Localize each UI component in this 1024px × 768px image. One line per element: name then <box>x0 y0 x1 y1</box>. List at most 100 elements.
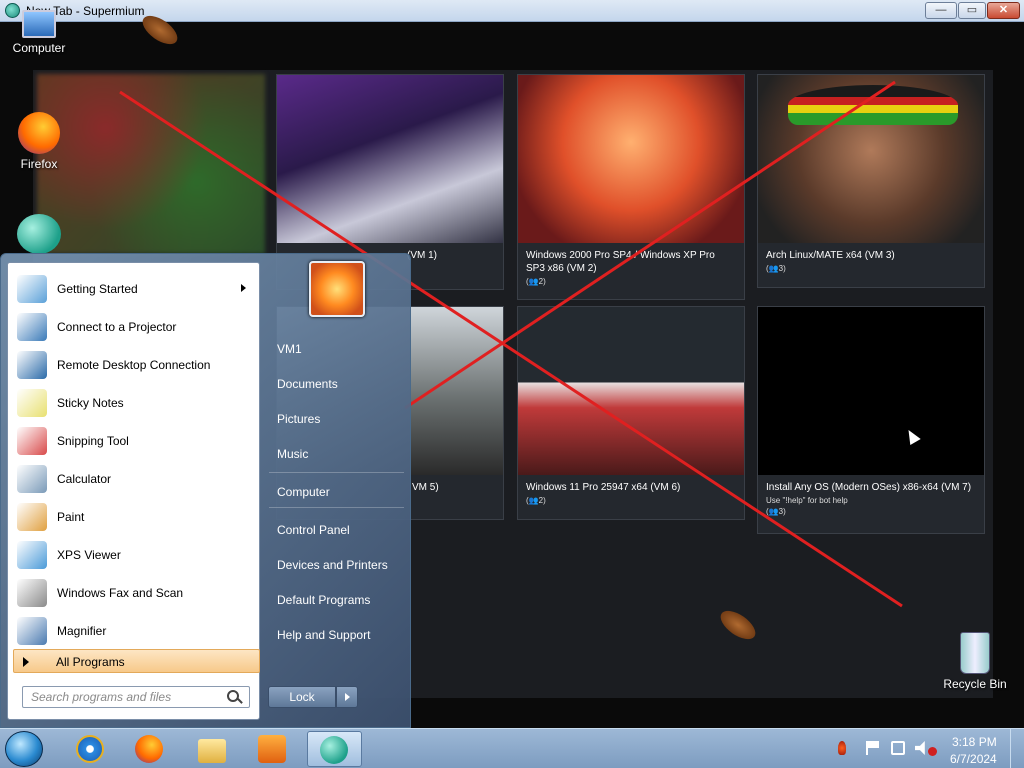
start-menu-item[interactable]: Windows Fax and Scan <box>12 575 256 611</box>
start-menu-item[interactable]: Snipping Tool <box>12 423 256 459</box>
magnifier-icon <box>17 617 47 645</box>
sticky-notes-icon <box>17 389 47 417</box>
paint-icon <box>17 503 47 531</box>
vm-card-6[interactable]: Windows 11 Pro 25947 x64 (VM 6) (👥2) <box>517 306 745 520</box>
calculator-icon <box>17 465 47 493</box>
start-menu-item[interactable]: Sticky Notes <box>12 385 256 421</box>
minimize-button[interactable]: — <box>925 2 957 19</box>
start-menu-item-label: Paint <box>57 510 85 524</box>
vm-card-7[interactable]: Install Any OS (Modern OSes) x86-x64 (VM… <box>757 306 985 534</box>
vm-thumbnail <box>758 307 984 475</box>
start-button[interactable] <box>5 731 43 767</box>
submenu-arrow-icon <box>241 284 246 292</box>
xps-viewer-icon <box>17 541 47 569</box>
clock-date[interactable]: 6/7/2024 <box>950 752 997 766</box>
windows-explorer-icon <box>198 739 226 763</box>
vm-subtitle: Use "!help" for bot help <box>766 496 848 505</box>
close-button[interactable]: ✕ <box>987 2 1020 19</box>
desktop-icon-computer[interactable]: Computer <box>1 10 77 55</box>
user-avatar[interactable] <box>309 261 365 317</box>
taskbar-windows-explorer[interactable] <box>186 731 238 767</box>
start-menu: Getting Started Connect to a Projector Rem… <box>0 253 411 728</box>
vm-card-3[interactable]: Arch Linux/MATE x64 (VM 3) (👥3) <box>757 74 985 288</box>
taskbar-firefox[interactable] <box>123 731 175 767</box>
start-right-item[interactable]: Devices and Printers <box>269 552 404 578</box>
taskbar-internet-explorer[interactable] <box>64 731 116 767</box>
start-right-item[interactable]: Documents <box>269 371 404 397</box>
start-right-item[interactable]: Control Panel <box>269 517 404 543</box>
vm-user-count: (👥3) <box>766 507 786 516</box>
triangle-right-icon <box>23 657 29 667</box>
start-menu-item[interactable]: Calculator <box>12 461 256 497</box>
supermium-icon <box>17 214 61 254</box>
start-menu-item-label: Windows Fax and Scan <box>57 586 184 600</box>
show-desktop-button[interactable] <box>1010 729 1024 768</box>
start-menu-item[interactable]: Paint <box>12 499 256 535</box>
start-menu-item-label: Getting Started <box>57 282 138 296</box>
supermium-icon <box>320 736 348 764</box>
vm-user-count: (👥3) <box>766 264 786 273</box>
desktop-icon-recycle-bin[interactable]: Recycle Bin <box>937 632 1013 691</box>
start-menu-item[interactable]: Magnifier <box>12 613 256 649</box>
tray-app-icon[interactable] <box>838 741 846 755</box>
taskbar-media-player[interactable] <box>246 731 298 767</box>
vm-user-count: (👥2) <box>526 277 546 286</box>
start-menu-item-label: Magnifier <box>57 624 107 638</box>
desktop-icon-supermium[interactable] <box>1 214 77 257</box>
snipping-tool-icon <box>17 427 47 455</box>
all-programs-button[interactable]: All Programs <box>13 649 260 673</box>
taskbar-supermium[interactable] <box>307 731 362 767</box>
vm-title: Arch Linux/MATE x64 (VM 3) <box>766 250 895 261</box>
media-player-icon <box>258 735 286 763</box>
fax-scan-icon <box>17 579 47 607</box>
firefox-icon <box>135 735 163 763</box>
remote-desktop-icon <box>17 351 47 379</box>
programs-pane: Getting Started Connect to a Projector Rem… <box>7 262 260 720</box>
start-menu-item[interactable]: Getting Started <box>12 271 256 307</box>
start-menu-item-label: Connect to a Projector <box>57 320 177 334</box>
vm-thumbnail <box>277 75 503 243</box>
firefox-icon <box>18 112 60 154</box>
start-menu-item-label: Calculator <box>57 472 112 486</box>
volume-icon[interactable] <box>915 741 925 755</box>
internet-explorer-icon <box>76 735 104 763</box>
maximize-button[interactable]: ▭ <box>958 2 986 19</box>
start-menu-item-label: XPS Viewer <box>57 548 121 562</box>
mute-indicator-icon <box>928 747 937 756</box>
vm-thumbnail <box>518 307 744 475</box>
desktop-icon-label: Computer <box>12 41 66 55</box>
separator <box>269 507 404 508</box>
start-menu-item[interactable]: Connect to a Projector <box>12 309 256 345</box>
projector-icon <box>17 313 47 341</box>
clock-time[interactable]: 3:18 PM <box>952 735 997 749</box>
taskbar: 3:18 PM 6/7/2024 <box>0 728 1024 768</box>
start-menu-item[interactable]: Remote Desktop Connection <box>12 347 256 383</box>
start-right-item[interactable]: Computer <box>269 479 404 505</box>
shutdown-options-button[interactable] <box>336 686 358 708</box>
start-menu-item-label: Snipping Tool <box>57 434 129 448</box>
start-right-item[interactable]: Help and Support <box>269 622 404 648</box>
network-icon[interactable] <box>891 741 905 755</box>
desktop-icon-firefox[interactable]: Firefox <box>1 112 77 171</box>
separator <box>269 472 404 473</box>
vm-thumbnail <box>758 75 984 243</box>
vm-title: Install Any OS (Modern OSes) x86-x64 (VM… <box>766 482 972 493</box>
vm-card-2[interactable]: Windows 2000 Pro SP4 / Windows XP Pro SP… <box>517 74 745 300</box>
start-menu-item[interactable]: XPS Viewer <box>12 537 256 573</box>
start-right-item[interactable]: Music <box>269 441 404 467</box>
search-icon[interactable] <box>227 690 239 702</box>
start-right-item[interactable]: VM1 <box>269 336 404 362</box>
computer-icon <box>22 10 56 38</box>
start-menu-item-label: Remote Desktop Connection <box>57 358 211 372</box>
search-input[interactable] <box>22 686 250 708</box>
start-right-item[interactable]: Default Programs <box>269 587 404 613</box>
all-programs-label: All Programs <box>56 655 125 669</box>
vm-title: Windows 2000 Pro SP4 / Windows XP Pro SP… <box>526 250 715 274</box>
recycle-bin-icon <box>960 632 990 674</box>
desktop-icon-label: Firefox <box>20 157 58 171</box>
lock-button[interactable]: Lock <box>268 686 336 708</box>
start-menu-item-label: Sticky Notes <box>57 396 124 410</box>
vm-thumbnail <box>518 75 744 243</box>
action-center-flag-icon[interactable] <box>866 741 880 755</box>
start-right-item[interactable]: Pictures <box>269 406 404 432</box>
